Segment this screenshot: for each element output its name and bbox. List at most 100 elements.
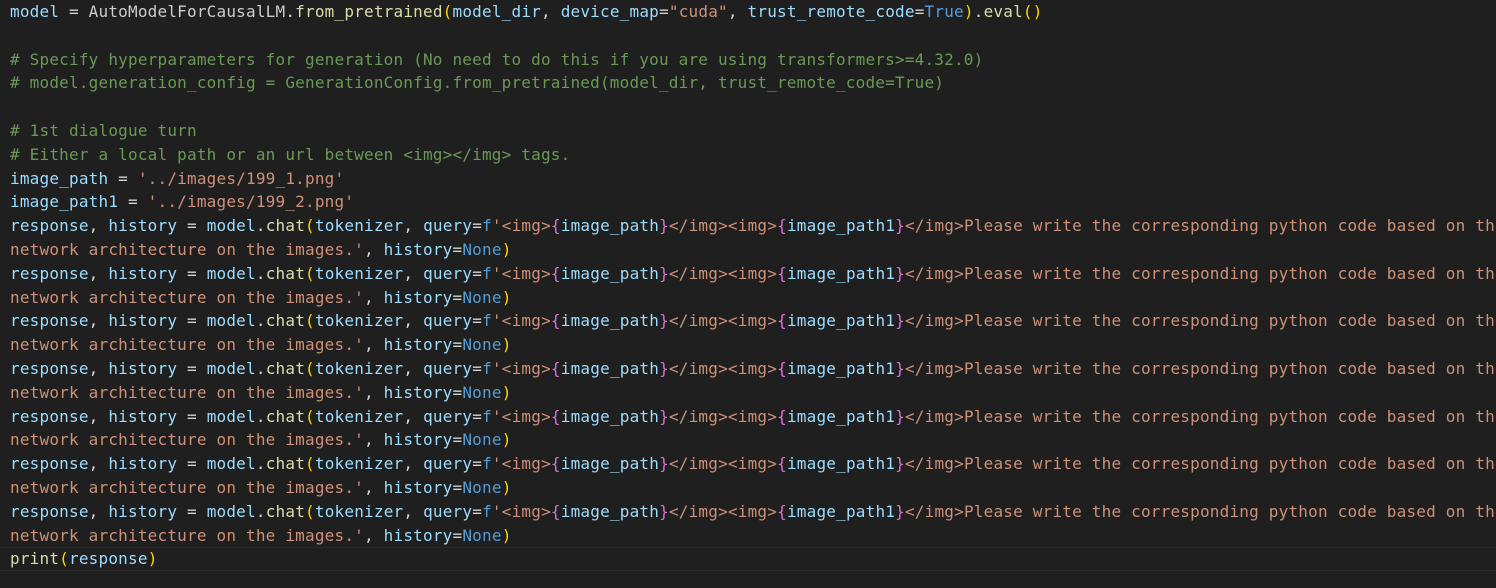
- code-token: query: [423, 263, 473, 283]
- code-line[interactable]: network architecture on the images.', hi…: [0, 286, 1496, 310]
- code-line[interactable]: image_path = '../images/199_1.png': [0, 167, 1496, 191]
- code-token: {: [550, 216, 561, 236]
- code-token: AutoModelForCausalLM: [88, 2, 286, 21]
- code-token: =: [452, 287, 463, 307]
- code-editor[interactable]: model = AutoModelForCausalLM.from_pretra…: [0, 0, 1496, 588]
- code-token: (: [305, 263, 315, 283]
- code-token: history: [108, 311, 178, 331]
- code-token: tokenizer: [314, 311, 404, 331]
- code-token: .: [973, 2, 984, 21]
- code-line[interactable]: network architecture on the images.', hi…: [0, 476, 1496, 500]
- code-token: # Specify hyperparameters for generation…: [10, 49, 984, 69]
- code-token: ,: [403, 216, 424, 236]
- code-token: history: [383, 382, 453, 402]
- code-token: history: [108, 263, 178, 283]
- code-token: </img>Please write the corresponding pyt…: [904, 406, 1496, 426]
- code-token: history: [108, 454, 178, 474]
- code-token: .: [255, 406, 266, 426]
- code-token: response: [10, 454, 89, 474]
- code-token: image_path1: [786, 263, 896, 283]
- code-token: ,: [88, 454, 109, 474]
- code-token: =: [452, 477, 463, 497]
- code-line[interactable]: response, history = model.chat(tokenizer…: [0, 405, 1496, 429]
- code-token: {: [777, 263, 787, 283]
- code-line[interactable]: network architecture on the images.', hi…: [0, 238, 1496, 262]
- code-token: '<img>: [491, 501, 551, 521]
- code-token: chat: [265, 216, 306, 236]
- code-line[interactable]: print(response): [0, 547, 1496, 572]
- code-token: </img>Please write the corresponding pyt…: [904, 501, 1496, 521]
- code-token: ,: [403, 311, 424, 331]
- code-token: ,: [88, 311, 109, 331]
- code-token: history: [108, 406, 178, 426]
- code-token: network architecture on the images.': [10, 477, 364, 497]
- code-line[interactable]: # model.generation_config = GenerationCo…: [0, 71, 1496, 95]
- code-token: =: [177, 311, 207, 331]
- code-token: response: [69, 549, 148, 569]
- code-token: f: [482, 216, 492, 236]
- code-token: .: [255, 311, 266, 331]
- code-token: None: [462, 430, 502, 450]
- code-token: history: [383, 287, 453, 307]
- code-line[interactable]: response, history = model.chat(tokenizer…: [0, 262, 1496, 286]
- code-token: {: [550, 263, 561, 283]
- code-token: {: [550, 311, 561, 331]
- code-line[interactable]: image_path1 = '../images/199_2.png': [0, 190, 1496, 214]
- code-token: ,: [403, 263, 424, 283]
- code-token: '../images/199_2.png': [147, 192, 355, 212]
- code-line[interactable]: # Specify hyperparameters for generation…: [0, 48, 1496, 72]
- code-line[interactable]: network architecture on the images.', hi…: [0, 428, 1496, 452]
- code-line[interactable]: network architecture on the images.', hi…: [0, 333, 1496, 357]
- code-line[interactable]: network architecture on the images.', hi…: [0, 381, 1496, 405]
- code-token: =: [59, 2, 89, 21]
- code-token: ,: [88, 501, 109, 521]
- code-line[interactable]: model = AutoModelForCausalLM.from_pretra…: [0, 0, 1496, 24]
- code-token: }: [659, 406, 669, 426]
- code-line[interactable]: [0, 95, 1496, 119]
- code-token: chat: [265, 263, 306, 283]
- code-token: image_path: [560, 358, 660, 378]
- code-token: .: [255, 216, 266, 236]
- code-token: {: [550, 454, 561, 474]
- code-line[interactable]: # Either a local path or an url between …: [0, 143, 1496, 167]
- code-token: query: [423, 311, 473, 331]
- code-token: None: [462, 335, 502, 355]
- code-token: model: [206, 454, 256, 474]
- code-line[interactable]: # 1st dialogue turn: [0, 119, 1496, 143]
- code-token: f: [482, 263, 492, 283]
- code-token: image_path: [560, 501, 660, 521]
- code-token: =: [472, 358, 483, 378]
- code-token: =: [472, 263, 483, 283]
- code-token: image_path1: [786, 311, 896, 331]
- code-token: # model.generation_config = GenerationCo…: [10, 73, 945, 93]
- code-token: =: [177, 501, 207, 521]
- code-line[interactable]: response, history = model.chat(tokenizer…: [0, 309, 1496, 333]
- code-token: =: [177, 358, 207, 378]
- code-line[interactable]: [0, 24, 1496, 48]
- code-token: }: [659, 311, 669, 331]
- code-line[interactable]: response, history = model.chat(tokenizer…: [0, 357, 1496, 381]
- code-token: image_path1: [786, 358, 896, 378]
- code-token: ,: [363, 477, 384, 497]
- code-line[interactable]: response, history = model.chat(tokenizer…: [0, 214, 1496, 238]
- code-token: '<img>: [491, 216, 551, 236]
- code-token: model: [206, 311, 256, 331]
- code-token: f: [482, 311, 492, 331]
- code-token: network architecture on the images.': [10, 239, 364, 259]
- code-token: }: [659, 263, 669, 283]
- code-line[interactable]: network architecture on the images.', hi…: [0, 524, 1496, 548]
- code-line[interactable]: response, history = model.chat(tokenizer…: [0, 500, 1496, 524]
- code-token: model_dir: [452, 2, 542, 21]
- code-token: }: [895, 501, 905, 521]
- code-token: ): [501, 239, 512, 259]
- code-token: response: [10, 501, 89, 521]
- code-token: history: [383, 239, 453, 259]
- code-token: ,: [403, 358, 424, 378]
- code-token: }: [659, 216, 669, 236]
- code-token: }: [895, 358, 905, 378]
- code-line[interactable]: response, history = model.chat(tokenizer…: [0, 452, 1496, 476]
- code-token: ,: [541, 2, 561, 21]
- code-token: }: [895, 311, 905, 331]
- code-token: ,: [363, 382, 384, 402]
- code-token: response: [10, 263, 89, 283]
